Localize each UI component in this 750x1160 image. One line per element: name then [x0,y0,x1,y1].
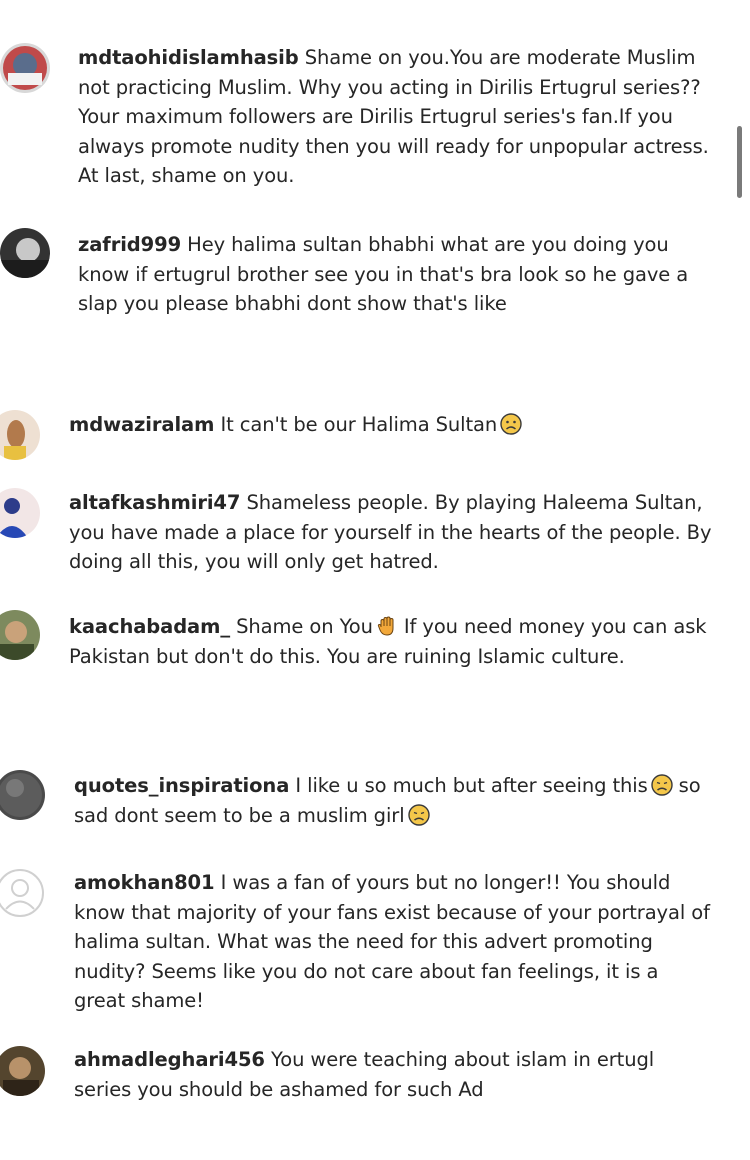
avatar-image-icon [0,410,40,460]
avatar-image-icon [0,610,40,660]
comment-text: I like u so much but after seeing this [295,774,648,797]
comment-username[interactable]: kaachabadam_ [69,615,230,638]
avatar[interactable] [0,228,50,278]
avatar-image-icon [0,1046,45,1096]
avatar[interactable] [0,770,45,820]
comment-username[interactable]: ahmadleghari456 [74,1048,265,1071]
avatar-image-icon [0,228,50,278]
avatar[interactable] [0,43,50,93]
avatar[interactable] [0,410,40,460]
avatar[interactable] [0,1046,45,1096]
scrollbar[interactable] [737,126,742,198]
default-avatar-icon [0,869,44,917]
avatar-image-icon [0,488,40,538]
comment-username[interactable]: mdwaziralam [69,413,214,436]
avatar-image-icon [0,770,45,820]
avatar[interactable] [0,610,40,660]
frowning-face-icon [500,413,522,435]
disappointed-face-icon [407,803,430,826]
comment-username[interactable]: quotes_inspirationa [74,774,289,797]
disappointed-face-icon [650,774,673,796]
comment-username[interactable]: amokhan801 [74,871,215,894]
comment-text: Shame on You [236,615,373,638]
raised-hand-icon [376,615,398,637]
avatar-image-icon [0,43,50,93]
avatar[interactable] [0,488,40,538]
avatar[interactable] [0,868,45,918]
comment-username[interactable]: altafkashmiri47 [69,491,240,514]
comment-username[interactable]: mdtaohidislamhasib [78,46,299,69]
comment-text: It can't be our Halima Sultan [220,413,498,436]
comment-username[interactable]: zafrid999 [78,233,181,256]
